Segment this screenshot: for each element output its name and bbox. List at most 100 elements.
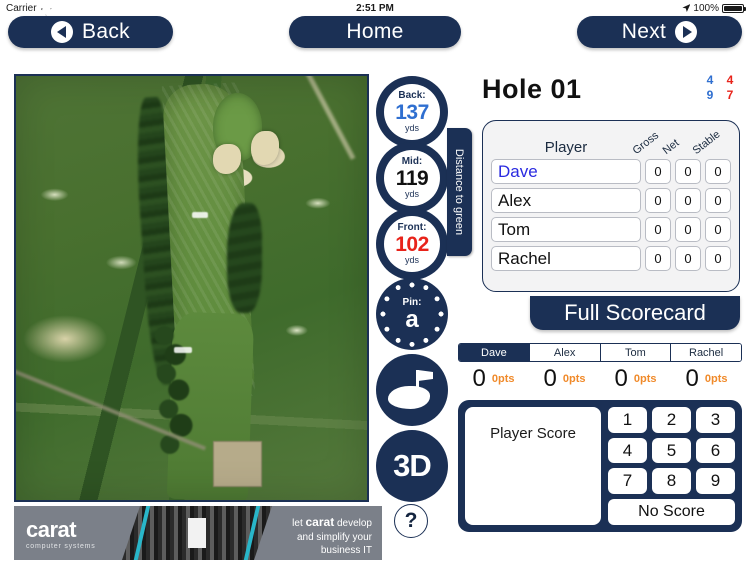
player-name-field[interactable]: Tom — [491, 217, 641, 242]
net-cell[interactable]: 0 — [675, 217, 701, 242]
player-tab-rachel[interactable]: Rachel — [671, 344, 741, 361]
flag-cloth-icon — [418, 370, 433, 381]
net-cell[interactable]: 0 — [675, 246, 701, 271]
back-button-label: Back — [82, 20, 130, 43]
chevron-right-circle-icon — [675, 21, 698, 43]
table-row: Dave 0 0 0 — [491, 159, 731, 184]
next-button[interactable]: Next — [577, 16, 742, 48]
pin-button[interactable]: Pin: a — [376, 278, 448, 350]
status-bar-right: 100% — [682, 2, 746, 14]
banner-tagline-line1: let carat develop — [292, 515, 372, 529]
status-bar-time: 2:51 PM — [356, 2, 394, 14]
player-score-display-label: Player Score — [490, 425, 576, 442]
banner-tagline: let carat develop and simplify your busi… — [292, 514, 372, 558]
home-button[interactable]: Home — [289, 16, 461, 48]
help-button[interactable]: ? — [394, 504, 428, 538]
distance-back-value: 137 — [395, 101, 429, 124]
gross-cell[interactable]: 0 — [645, 217, 671, 242]
three-d-view-button[interactable]: 3D — [376, 430, 448, 502]
banner-logo-name: carat — [26, 516, 77, 542]
table-row: Tom 0 0 0 — [491, 217, 731, 242]
location-arrow-icon — [682, 4, 691, 12]
stable-cell[interactable]: 0 — [705, 217, 731, 242]
player-name-field[interactable]: Rachel — [491, 246, 641, 271]
battery-full-icon — [722, 3, 746, 13]
full-scorecard-label: Full Scorecard — [564, 300, 706, 325]
advertisement-banner[interactable]: carat computer systems let carat develop… — [14, 506, 382, 560]
distance-mid-button[interactable]: Mid: 119 yds — [376, 142, 448, 214]
stable-cell[interactable]: 0 — [705, 188, 731, 213]
keypad: 1 2 3 4 5 6 7 8 9 No Score — [608, 407, 735, 526]
par-grid-cell: 4 — [706, 73, 714, 87]
player-score-tom: 0 0pts — [600, 364, 671, 394]
keypad-row: 4 5 6 — [608, 437, 735, 464]
player-points-value: 0pts — [562, 373, 586, 385]
gross-cell[interactable]: 0 — [645, 188, 671, 213]
player-points-value: 0pts — [704, 373, 728, 385]
home-button-label: Home — [346, 20, 404, 43]
player-score-value: 0 — [543, 365, 557, 392]
key-4[interactable]: 4 — [608, 437, 647, 464]
key-2[interactable]: 2 — [652, 407, 691, 433]
column-header-player: Player — [544, 139, 588, 156]
player-tab-alex[interactable]: Alex — [529, 344, 601, 361]
full-scorecard-button[interactable]: Full Scorecard — [530, 296, 740, 330]
distance-back-button[interactable]: Back: 137 yds — [376, 76, 448, 148]
keypad-row: 7 8 9 — [608, 468, 735, 495]
player-tab-tom[interactable]: Tom — [600, 344, 672, 361]
stable-cell[interactable]: 0 — [705, 159, 731, 184]
page-title: Hole 01 — [482, 74, 582, 104]
distance-to-green-tab: Distance to green — [447, 128, 472, 256]
key-8[interactable]: 8 — [652, 468, 691, 495]
help-icon: ? — [404, 509, 418, 532]
battery-percent-label: 100% — [693, 2, 719, 14]
scorecard-header: Player Gross Net Stable — [491, 127, 731, 159]
distance-front-label: Front: — [397, 222, 427, 233]
stable-cell[interactable]: 0 — [705, 246, 731, 271]
nav-bar: Back Home Next — [0, 16, 750, 50]
green-flag-icon — [388, 386, 430, 409]
net-cell[interactable]: 0 — [675, 159, 701, 184]
hole-aerial-map[interactable] — [14, 74, 369, 502]
keypad-row: 1 2 3 — [608, 407, 735, 433]
key-3[interactable]: 3 — [696, 407, 735, 433]
key-6[interactable]: 6 — [696, 437, 735, 464]
gross-cell[interactable]: 0 — [645, 159, 671, 184]
scorecard-panel: Player Gross Net Stable Dave 0 0 0 Alex … — [482, 120, 740, 292]
score-entry-panel: Player Score 1 2 3 4 5 6 7 8 9 No Score — [458, 400, 742, 532]
banner-logo: carat computer systems — [14, 517, 134, 550]
player-name-field[interactable]: Dave — [491, 159, 641, 184]
distance-mid-value: 119 — [395, 167, 429, 190]
table-row: Alex 0 0 0 — [491, 188, 731, 213]
banner-logo-subtitle: computer systems — [26, 542, 96, 550]
par-grid-cell: 7 — [726, 88, 734, 102]
distance-front-unit: yds — [404, 255, 419, 265]
back-button[interactable]: Back — [8, 16, 173, 48]
banner-tagline-line3: business IT — [320, 545, 372, 556]
player-score-alex: 0 0pts — [529, 364, 600, 394]
player-score-display[interactable]: Player Score — [465, 407, 601, 525]
player-points-value: 0pts — [633, 373, 657, 385]
gross-cell[interactable]: 0 — [645, 246, 671, 271]
next-button-label: Next — [621, 20, 667, 43]
net-cell[interactable]: 0 — [675, 188, 701, 213]
column-header-stable: Stable — [690, 128, 723, 157]
par-grid-cell: 9 — [706, 88, 714, 102]
player-tab-bar: Dave Alex Tom Rachel — [458, 343, 742, 362]
key-9[interactable]: 9 — [696, 468, 735, 495]
banner-tagline-line2: and simplify your — [296, 531, 372, 543]
status-bar: Carrier 2:51 PM 100% — [0, 0, 750, 16]
key-5[interactable]: 5 — [652, 437, 691, 464]
key-1[interactable]: 1 — [608, 407, 647, 433]
distance-column: Back: 137 yds Mid: 119 yds Front: 102 yd… — [376, 76, 448, 502]
green-view-button[interactable] — [376, 354, 448, 426]
banner-image — [122, 506, 272, 560]
player-tab-dave[interactable]: Dave — [459, 344, 530, 361]
player-name-field[interactable]: Alex — [491, 188, 641, 213]
chevron-left-circle-icon — [51, 21, 74, 43]
no-score-button[interactable]: No Score — [608, 499, 735, 526]
distance-mid-label: Mid: — [401, 156, 423, 167]
distance-front-button[interactable]: Front: 102 yds — [376, 208, 448, 280]
key-7[interactable]: 7 — [608, 468, 647, 495]
three-d-label: 3D — [393, 448, 432, 483]
